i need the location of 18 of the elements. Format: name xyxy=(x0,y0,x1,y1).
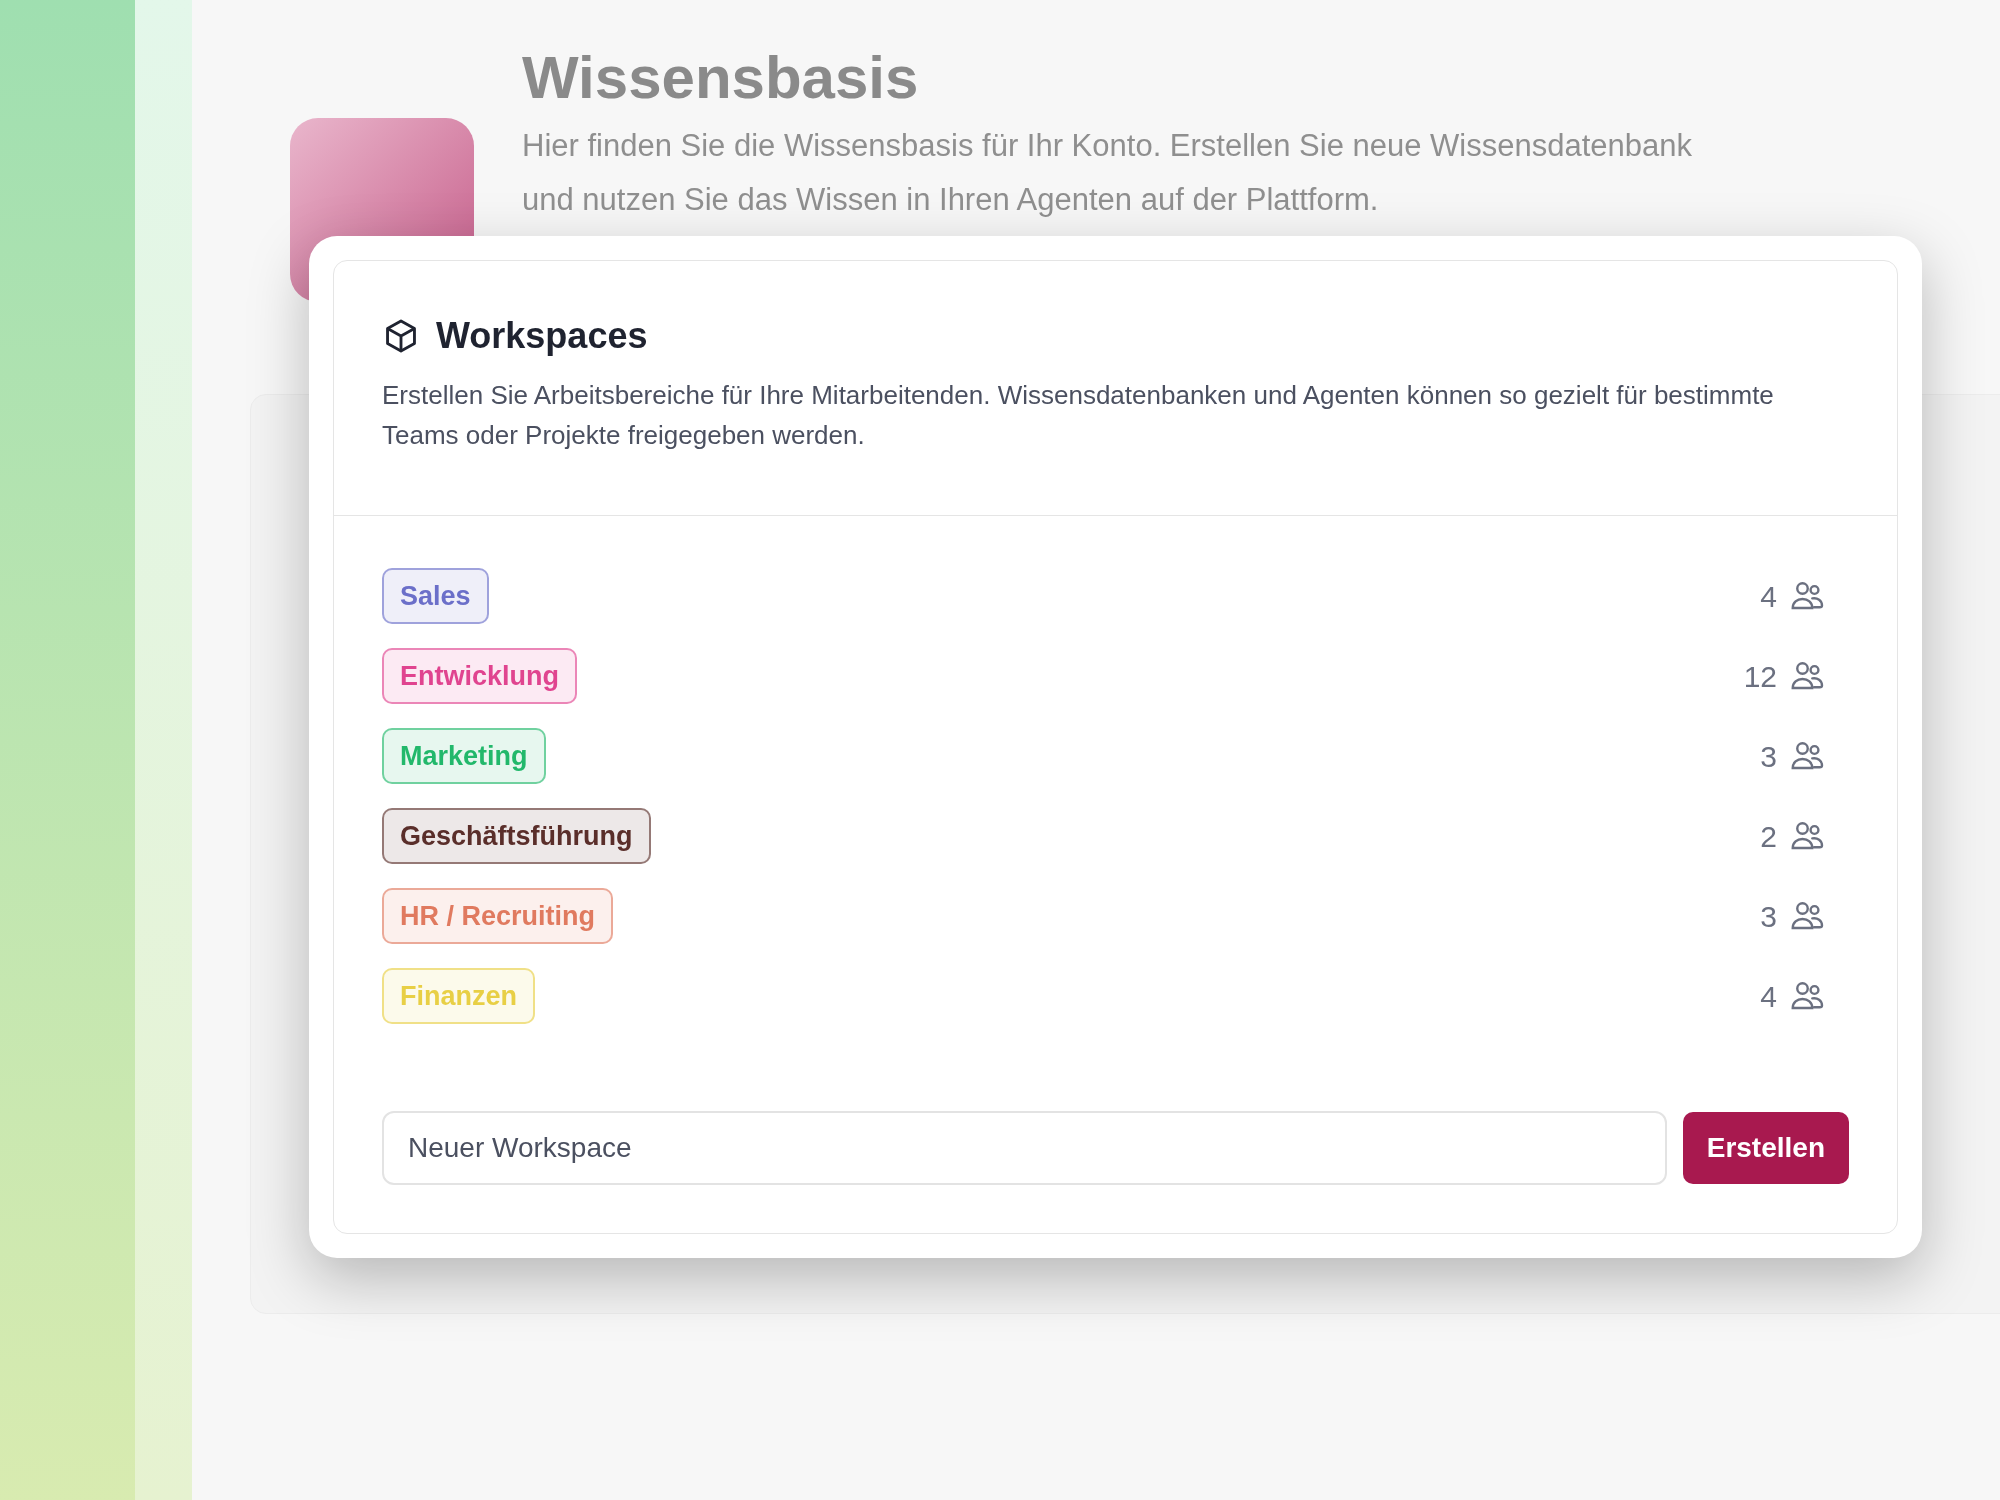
workspace-tag[interactable]: Sales xyxy=(382,568,489,624)
member-count: 4 xyxy=(1760,578,1777,615)
page-title: Wissensbasis xyxy=(522,43,920,113)
member-count: 4 xyxy=(1760,978,1777,1015)
member-count: 12 xyxy=(1743,658,1777,695)
create-button[interactable]: Erstellen xyxy=(1682,1112,1849,1184)
member-count: 3 xyxy=(1760,898,1777,935)
workspace-name-field[interactable]: Neuer Workspace xyxy=(382,1111,1667,1185)
member-count: 3 xyxy=(1760,738,1777,775)
member-count: 2 xyxy=(1760,818,1777,855)
workspace-tag[interactable]: Geschäftsführung xyxy=(382,808,651,864)
dialog-description: Erstellen Sie Arbeitsbereiche für Ihre Mitarbeitenden. Wissensdatenbanken und Agenten können so gezielt für bestimmte Teams oder Projekte freigegeben werden. xyxy=(382,379,1775,452)
page-description-line: und nutzen Sie das Wissen in Ihren Agenten auf der Plattform. xyxy=(522,181,1380,219)
workspace-tag[interactable]: Entwicklung xyxy=(382,648,577,704)
workspace-tag[interactable]: Marketing xyxy=(382,728,546,784)
page-description-line: Hier finden Sie die Wissensbasis für Ihr Konto. Erstellen Sie neue Wissensdatenbank xyxy=(522,127,1692,165)
dialog-title: Workspaces xyxy=(436,314,648,358)
workspace-tag[interactable]: HR / Recruiting xyxy=(382,888,613,944)
